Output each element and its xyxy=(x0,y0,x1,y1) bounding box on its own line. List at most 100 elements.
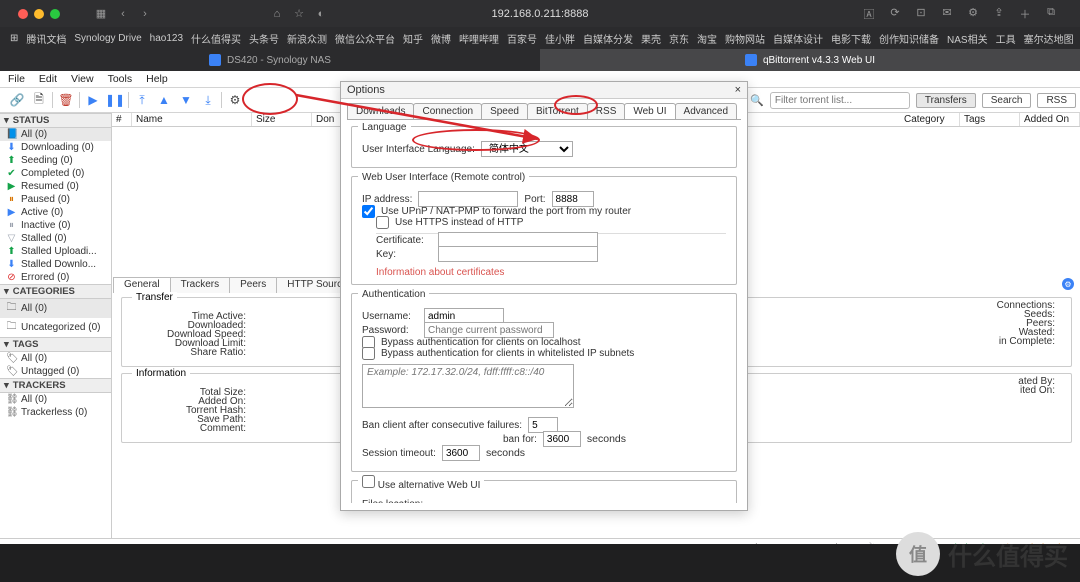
upnp-checkbox[interactable] xyxy=(362,205,375,218)
bookmark-item[interactable]: 哔哩哔哩 xyxy=(459,31,499,46)
browser-tab-qbittorrent[interactable]: qBittorrent v4.3.3 Web UI xyxy=(540,49,1080,71)
browser-tab-synology[interactable]: DS420 - Synology NAS xyxy=(0,49,540,71)
bookmark-item[interactable]: hao123 xyxy=(150,33,183,44)
sidebar-item[interactable]: 🗀All (0) xyxy=(0,299,111,318)
sidebar-item[interactable]: ⬆Seeding (0) xyxy=(0,154,111,167)
bookmark-item[interactable]: 百家号 xyxy=(507,31,537,46)
move-bottom-icon[interactable]: ⤓ xyxy=(197,90,219,110)
options-tab-downloads[interactable]: Downloads xyxy=(347,103,414,119)
detail-tab-general[interactable]: General xyxy=(113,277,171,293)
sidebar-item[interactable]: ⏸Paused (0) xyxy=(0,193,111,206)
bookmark-item[interactable]: NAS相关 xyxy=(947,31,988,46)
preferences-icon[interactable]: ⚙ xyxy=(224,90,246,110)
bookmark-item[interactable]: 知乎 xyxy=(403,31,423,46)
bookmark-item[interactable]: 京东 xyxy=(669,31,689,46)
categories-header[interactable]: ▾ CATEGORIES xyxy=(0,284,111,299)
bookmark-item[interactable]: 腾讯文档 xyxy=(26,31,66,46)
sidebar-item[interactable]: 🗀Uncategorized (0) xyxy=(0,318,111,337)
settings-icon[interactable]: ⚙ xyxy=(962,6,984,22)
sidebar-item[interactable]: ▽Stalled (0) xyxy=(0,232,111,245)
close-icon[interactable]: × xyxy=(735,84,741,96)
tab-search[interactable]: Search xyxy=(982,93,1032,108)
col-name[interactable]: Name xyxy=(132,113,252,126)
delete-icon[interactable]: 🗑 xyxy=(55,90,77,110)
bookmark-item[interactable]: 什么值得买 xyxy=(191,31,241,46)
bookmark-item[interactable]: 头条号 xyxy=(249,31,279,46)
sidebar-item[interactable]: ⬇Downloading (0) xyxy=(0,141,111,154)
move-up-icon[interactable]: ▲ xyxy=(153,90,175,110)
options-tab-rss[interactable]: RSS xyxy=(587,103,626,119)
col-done[interactable]: Don xyxy=(312,113,342,126)
menu-file[interactable]: File xyxy=(8,73,25,85)
menu-view[interactable]: View xyxy=(71,73,94,85)
cert-info-link[interactable]: Information about certificates xyxy=(376,267,504,278)
nav-back-icon[interactable]: ‹ xyxy=(112,8,134,20)
reload-icon[interactable]: ⟳ xyxy=(884,6,906,22)
bookmark-item[interactable]: 微博 xyxy=(431,31,451,46)
password-input[interactable] xyxy=(424,322,554,338)
port-input[interactable] xyxy=(552,191,594,207)
bookmark-item[interactable]: 自媒体设计 xyxy=(773,31,823,46)
nav-forward-icon[interactable]: › xyxy=(134,8,156,20)
downloads-icon[interactable]: ⊡ xyxy=(910,6,932,22)
col-num[interactable]: # xyxy=(112,113,132,126)
banfor-input[interactable] xyxy=(543,431,581,447)
translate-icon[interactable]: 🄰 xyxy=(858,6,880,22)
url-field[interactable]: 192.168.0.211:8888 xyxy=(491,8,588,20)
home-icon[interactable]: ⌂ xyxy=(266,8,288,20)
ip-input[interactable] xyxy=(418,191,518,207)
sidebar-item[interactable]: ⛓Trackerless (0) xyxy=(0,406,111,419)
https-checkbox[interactable] xyxy=(376,216,389,229)
bookmark-item[interactable]: 创作知识储备 xyxy=(879,31,939,46)
bookmark-item[interactable]: 微信公众平台 xyxy=(335,31,395,46)
filter-input[interactable] xyxy=(770,92,910,109)
options-tab-connection[interactable]: Connection xyxy=(413,103,482,119)
options-tab-advanced[interactable]: Advanced xyxy=(675,103,737,119)
move-top-icon[interactable]: ⤒ xyxy=(131,90,153,110)
shield-icon[interactable]: ◐ xyxy=(310,8,332,20)
sidebar-item[interactable]: ▶Active (0) xyxy=(0,206,111,219)
add-link-icon[interactable]: 🔗 xyxy=(6,90,28,110)
share-icon[interactable]: ⇪ xyxy=(988,6,1010,22)
tab-transfers[interactable]: Transfers xyxy=(916,93,976,108)
sidebar-item[interactable]: ⏸Inactive (0) xyxy=(0,219,111,232)
sidebar-item[interactable]: ⬆Stalled Uploadi... xyxy=(0,245,111,258)
col-tags[interactable]: Tags xyxy=(960,113,1020,126)
bookmark-item[interactable]: Synology Drive xyxy=(74,33,141,44)
session-timeout-input[interactable] xyxy=(442,445,480,461)
maximize-window[interactable] xyxy=(50,9,60,19)
apps-icon[interactable]: ⊞ xyxy=(10,33,18,44)
col-category[interactable]: Category xyxy=(900,113,960,126)
detail-settings-icon[interactable]: ⚙ xyxy=(1062,278,1074,290)
alt-webui-checkbox[interactable] xyxy=(362,475,375,488)
menu-edit[interactable]: Edit xyxy=(39,73,57,85)
sidebar-item[interactable]: ▶Resumed (0) xyxy=(0,180,111,193)
sidebar-item[interactable]: ⛓All (0) xyxy=(0,393,111,406)
bookmark-item[interactable]: 果壳 xyxy=(641,31,661,46)
new-tab-icon[interactable]: ＋ xyxy=(1014,6,1036,22)
options-tab-webui[interactable]: Web UI xyxy=(624,103,675,119)
whitelist-textarea[interactable] xyxy=(362,364,574,408)
sidebar-toggle-icon[interactable]: ▦ xyxy=(90,7,112,20)
language-select[interactable]: 简体中文 xyxy=(481,141,573,157)
move-down-icon[interactable]: ▼ xyxy=(175,90,197,110)
detail-tab-trackers[interactable]: Trackers xyxy=(170,277,231,293)
col-added[interactable]: Added On xyxy=(1020,113,1080,126)
bookmark-item[interactable]: 自媒体分发 xyxy=(583,31,633,46)
reader-icon[interactable]: ✉ xyxy=(936,6,958,22)
sidebar-item[interactable]: 🏷All (0) xyxy=(0,352,111,365)
key-input[interactable] xyxy=(438,246,598,262)
options-tab-bittorrent[interactable]: BitTorrent xyxy=(527,103,588,119)
pause-icon[interactable]: ❚❚ xyxy=(104,90,126,110)
close-window[interactable] xyxy=(18,9,28,19)
bookmark-item[interactable]: 新浪众测 xyxy=(287,31,327,46)
tabs-icon[interactable]: ⧉ xyxy=(1040,6,1062,22)
sidebar-item[interactable]: ⊘Errored (0) xyxy=(0,271,111,284)
sidebar-item[interactable]: 🏷Untagged (0) xyxy=(0,365,111,378)
search-icon[interactable]: 🔍 xyxy=(750,94,764,107)
detail-tab-peers[interactable]: Peers xyxy=(229,277,277,293)
sidebar-item[interactable]: ✔Completed (0) xyxy=(0,167,111,180)
minimize-window[interactable] xyxy=(34,9,44,19)
bookmark-item[interactable]: 塞尔达地图 xyxy=(1024,31,1074,46)
tab-rss[interactable]: RSS xyxy=(1037,93,1076,108)
